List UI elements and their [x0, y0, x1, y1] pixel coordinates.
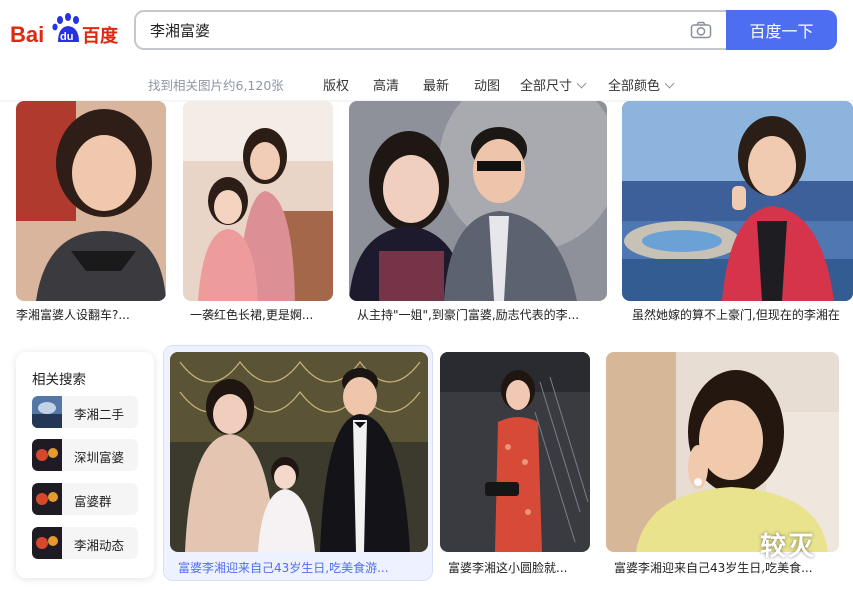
- related-thumbnail: [32, 396, 62, 428]
- camera-icon[interactable]: [690, 21, 712, 39]
- image-caption: 富婆李湘这小圆脸就...: [448, 561, 568, 575]
- image-thumbnail: [622, 101, 853, 301]
- image-thumbnail: [349, 101, 607, 301]
- image-thumbnail: [440, 352, 590, 552]
- related-item-shenzhen-fupo[interactable]: 深圳富婆: [32, 439, 138, 471]
- filter-hd[interactable]: 高清: [373, 75, 399, 94]
- logo-text-du: du: [60, 31, 73, 43]
- related-item-label: 深圳富婆: [74, 450, 125, 465]
- filter-latest[interactable]: 最新: [423, 75, 449, 94]
- image-caption: 富婆李湘迎来自己43岁生日,吃美食游...: [178, 561, 389, 575]
- search-box[interactable]: [134, 10, 730, 50]
- image-caption: 虽然她嫁的算不上豪门,但现在的李湘在: [632, 308, 840, 322]
- chevron-down-icon: [576, 78, 587, 89]
- related-searches-title: 相关搜索: [32, 372, 86, 388]
- image-caption: 一袭红色长裙,更是婀...: [190, 308, 314, 322]
- filter-bar: 找到相关图片约6,120张 版权 高清 最新 动图 全部尺寸 全部颜色: [0, 72, 853, 96]
- related-item-lixiang-dongtai[interactable]: 李湘动态: [32, 527, 138, 559]
- filter-copyright[interactable]: 版权: [323, 75, 349, 94]
- filter-size-label: 全部尺寸: [520, 79, 573, 94]
- related-thumbnail: [32, 527, 62, 559]
- chevron-down-icon: [664, 78, 675, 89]
- logo-text-cn: 百度: [82, 25, 118, 47]
- related-thumbnail: [32, 439, 62, 471]
- related-item-fupo-qun[interactable]: 富婆群: [32, 483, 138, 515]
- image-thumbnail: [183, 101, 333, 301]
- image-caption: 李湘富婆人设翻车?...: [16, 308, 130, 322]
- image-thumbnail: [170, 352, 428, 552]
- related-item-label: 李湘二手: [74, 407, 125, 422]
- search-button[interactable]: 百度一下: [726, 10, 837, 50]
- image-thumbnail: [606, 352, 839, 552]
- watermark: 较灭: [760, 532, 817, 562]
- image-thumbnail: [16, 101, 166, 301]
- image-result[interactable]: 虽然她嫁的算不上豪门,但现在的李湘在: [622, 101, 853, 323]
- related-item-label: 李湘动态: [74, 538, 125, 553]
- logo-text-bai: Bai: [10, 22, 44, 47]
- filter-animated[interactable]: 动图: [474, 75, 500, 94]
- related-thumbnail: [32, 483, 62, 515]
- image-result[interactable]: 一袭红色长裙,更是婀...: [183, 101, 335, 323]
- related-searches-panel: 相关搜索 李湘二手 深圳富婆 富婆群 李湘动态: [16, 352, 154, 578]
- image-caption: 从主持"一姐",到豪门富婆,励志代表的李...: [357, 308, 580, 322]
- filter-color-label: 全部颜色: [608, 79, 661, 94]
- image-result[interactable]: 李湘富婆人设翻车?...: [16, 101, 168, 323]
- filter-size[interactable]: 全部尺寸: [520, 75, 587, 94]
- related-item-label: 富婆群: [74, 494, 112, 509]
- search-input[interactable]: [150, 19, 670, 41]
- result-count: 找到相关图片约6,120张: [148, 78, 284, 93]
- filter-color[interactable]: 全部颜色: [608, 75, 675, 94]
- image-result[interactable]: 富婆李湘这小圆脸就...: [440, 352, 592, 578]
- image-result[interactable]: 从主持"一姐",到豪门富婆,励志代表的李...: [349, 101, 607, 323]
- image-result[interactable]: 富婆李湘迎来自己43岁生日,吃美食游...: [170, 352, 428, 578]
- baidu-logo[interactable]: Bai du 百度: [8, 12, 119, 52]
- related-item-lixiang-ershou[interactable]: 李湘二手: [32, 396, 138, 428]
